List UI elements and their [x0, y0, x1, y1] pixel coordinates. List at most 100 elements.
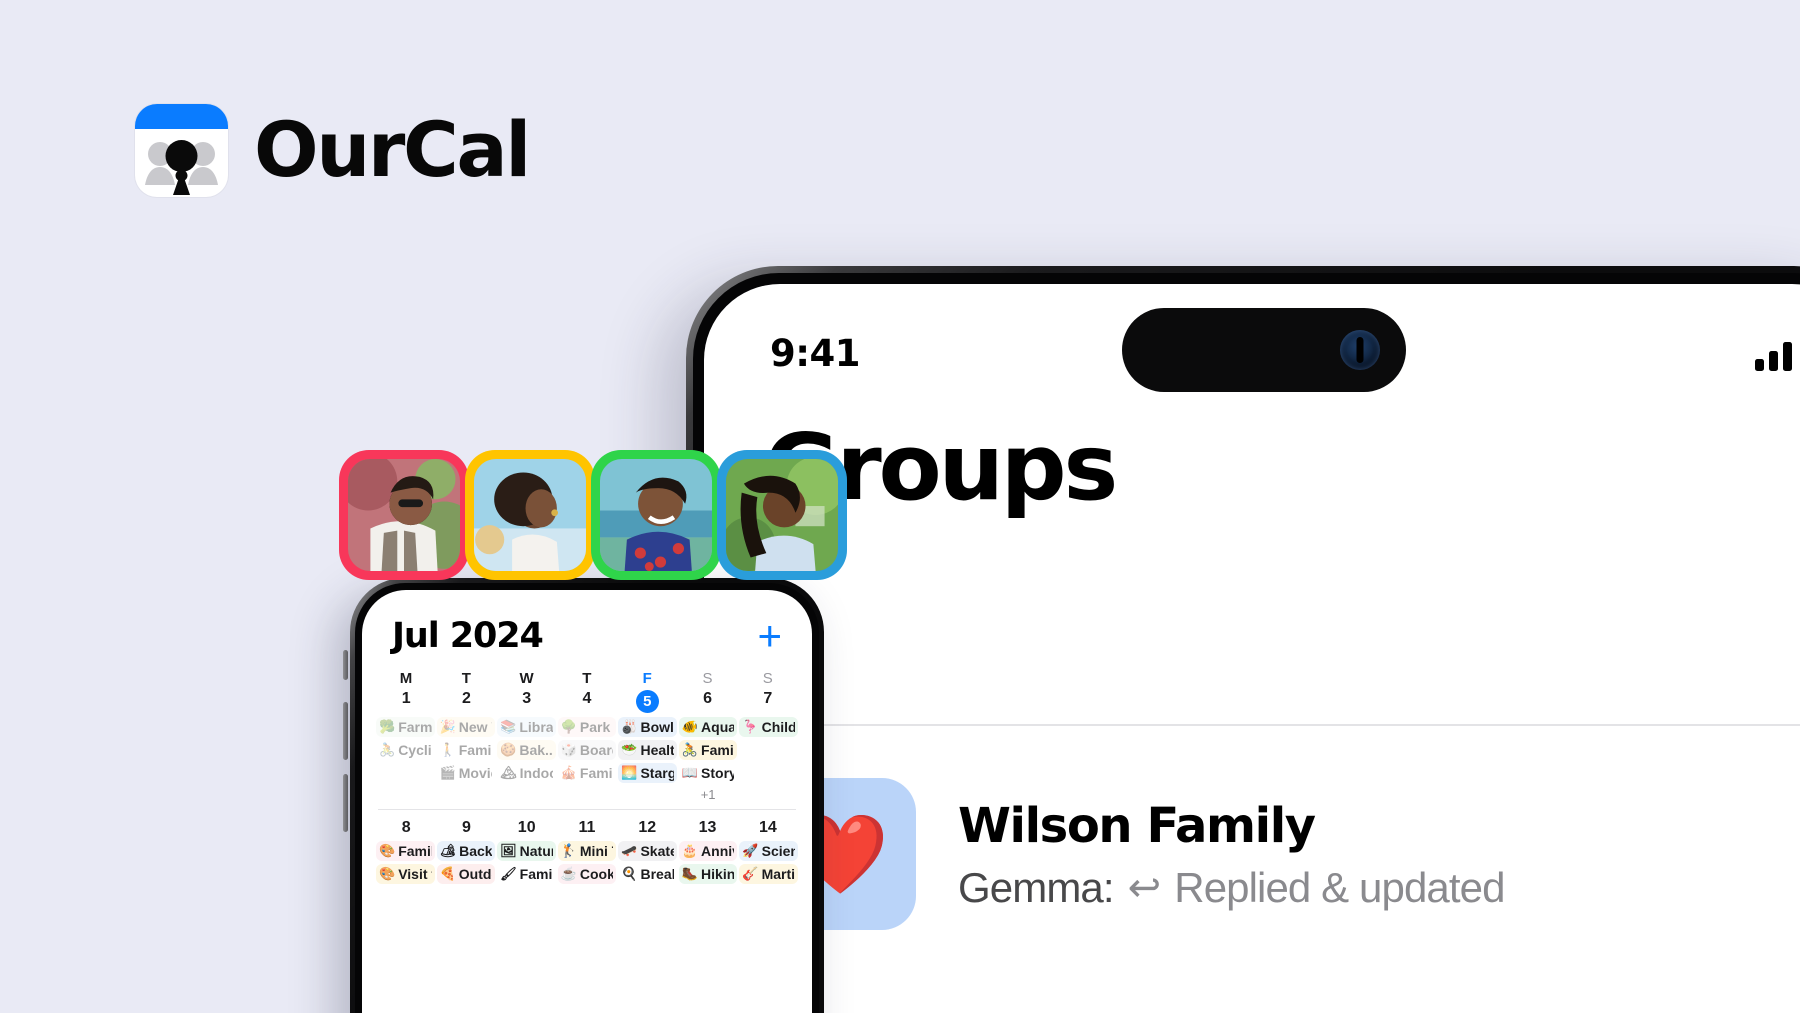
volume-down-button[interactable] [343, 774, 348, 832]
day-number-1[interactable]: 1 [376, 687, 436, 717]
day-column-1: 🥦Farmers Market 🚴Cycling [376, 717, 435, 760]
event-chip[interactable]: 🚴Cycling [376, 740, 435, 760]
day-column-5: 🎳Bowling 🥗Healthy 🌅Stargazing [618, 717, 677, 783]
event-chip[interactable]: 🌳Park Picnic [557, 717, 617, 737]
event-emoji-icon: 🎳 [621, 719, 638, 734]
week-divider [378, 809, 796, 810]
event-chip[interactable]: 🎉New Year [436, 717, 496, 737]
day-number-6[interactable]: 6 [677, 687, 737, 717]
group-subtitle: Gemma: ↩ Replied & updated [958, 864, 1505, 912]
event-emoji-icon: 🏌 [560, 843, 577, 858]
day-column-2: 🎉New Year 🚶Family Walk 🎬Movie Night [436, 717, 496, 783]
day-number-5[interactable]: 5 [617, 687, 677, 717]
event-chip[interactable]: 🎨Visit the [376, 864, 435, 884]
event-chip[interactable]: 🏕Backyard [436, 841, 496, 861]
event-chip[interactable]: 🍕Outdoor [436, 864, 496, 884]
calendar-screen: Jul 2024 + MTWTFSS 1234567 🥦Farmers Mark… [362, 590, 812, 1013]
more-events-label[interactable]: +1 [679, 786, 738, 802]
event-chip[interactable]: 🎲Board Games [557, 740, 617, 760]
silent-switch[interactable] [343, 650, 348, 680]
event-emoji-icon: 🏕 [439, 843, 457, 858]
event-chip[interactable]: ☕Cooking [557, 864, 617, 884]
day-number-row: 1234567 [376, 687, 798, 717]
event-title: Visit the [398, 866, 431, 882]
list-item[interactable]: ❤️ Wilson Family Gemma: ↩ Replied & upda… [704, 754, 1800, 954]
event-emoji-icon: 🎪 [560, 765, 577, 780]
event-chip[interactable]: 🌅Stargazing [618, 763, 677, 783]
event-chip[interactable]: 🍳Breakfast [618, 864, 677, 884]
event-chip[interactable]: 🚴Family Ride [678, 740, 738, 760]
day-number-3[interactable]: 3 [497, 687, 557, 717]
event-chip[interactable]: 🖼Nature [497, 841, 556, 861]
group-message: Replied & updated [1174, 864, 1505, 911]
event-chip[interactable]: 🥦Farmers Market [376, 717, 435, 737]
avatar-2[interactable] [465, 450, 595, 580]
event-chip[interactable]: 🏌Mini Tour [557, 841, 617, 861]
event-chip[interactable]: 🥾Hiking [678, 864, 738, 884]
day-number-8[interactable]: 8 [376, 816, 436, 841]
event-emoji-icon: ☕ [560, 866, 577, 881]
event-emoji-icon: 🎨 [379, 866, 396, 881]
day-number-9[interactable]: 9 [436, 816, 496, 841]
avatar-3[interactable] [591, 450, 721, 580]
event-emoji-icon: 🛹 [621, 843, 638, 858]
event-chip[interactable]: 🖌Family [497, 864, 556, 884]
event-chip[interactable]: 🎂Anniversary [678, 841, 738, 861]
event-chip[interactable]: 🎪Family [557, 763, 617, 783]
event-emoji-icon: 🚴 [379, 742, 396, 757]
day-number-13[interactable]: 13 [677, 816, 737, 841]
event-emoji-icon: 🌳 [560, 719, 577, 734]
event-chip[interactable]: 🦩Children [739, 717, 798, 737]
group-name: Wilson Family [958, 798, 1316, 854]
phone-bezel-inner: Jul 2024 + MTWTFSS 1234567 🥦Farmers Mark… [355, 583, 819, 1013]
event-emoji-icon: 🎉 [439, 719, 456, 734]
weekday-label-2: W [519, 670, 534, 687]
add-event-button[interactable]: + [757, 615, 782, 658]
event-title: Board Games [579, 742, 613, 758]
day-number-11[interactable]: 11 [557, 816, 617, 841]
phone-device-groups: 9:41 Groups ❤️ Wilson Family Gemma: ↩ Re… [686, 266, 1800, 1013]
weekday-label-1: T [461, 670, 472, 687]
day-number-14[interactable]: 14 [738, 816, 798, 841]
event-title: Bak... [519, 742, 553, 758]
event-chip[interactable]: 🎬Movie Night [436, 763, 496, 783]
event-chip[interactable]: 📖Story Time [678, 763, 738, 783]
calendar-month-label: Jul 2024 [392, 616, 544, 656]
event-emoji-icon: 🥾 [681, 866, 699, 881]
event-emoji-icon: 🐠 [681, 719, 699, 734]
event-title: Mini Tour [579, 843, 613, 859]
event-emoji-icon: 🥗 [621, 742, 638, 757]
event-emoji-icon: 🍕 [439, 866, 456, 881]
event-chip[interactable]: 🚶Family Walk [436, 740, 496, 760]
event-chip[interactable]: 🛹Skate [618, 841, 677, 861]
event-chip[interactable]: 🥗Healthy [618, 740, 677, 760]
event-chip[interactable]: 🐠Aquarium [678, 717, 738, 737]
event-title: Library Visit [519, 719, 553, 735]
divider [704, 724, 1800, 726]
day-number-2[interactable]: 2 [436, 687, 496, 717]
day-number-7[interactable]: 7 [738, 687, 798, 717]
avatar-photo [348, 459, 460, 571]
event-emoji-icon: 🏔 [500, 765, 517, 780]
volume-up-button[interactable] [343, 702, 348, 760]
day-number-12[interactable]: 12 [617, 816, 677, 841]
event-title: Bowling [640, 719, 674, 735]
event-title: Hiking [701, 866, 735, 882]
event-title: Breakfast [640, 866, 673, 882]
event-chip[interactable]: 🎸Martial [739, 864, 798, 884]
event-chip[interactable]: 🎳Bowling [618, 717, 677, 737]
event-emoji-icon: 🎬 [439, 765, 456, 780]
brand-name: OurCal [254, 105, 531, 195]
brand-lockup: OurCal [135, 104, 531, 197]
avatar-1[interactable] [339, 450, 469, 580]
event-chip[interactable]: 🎨Family Art [376, 841, 435, 861]
day-column-6: 🐠Aquarium 🚴Family Ride 📖Story Time +1 [678, 717, 738, 802]
event-chip[interactable]: 🍪Bak... [497, 740, 556, 760]
event-chip[interactable]: 🚀Science [739, 841, 798, 861]
event-chip[interactable]: 📚Library Visit [497, 717, 556, 737]
event-chip[interactable]: 🏔Indoor [497, 763, 556, 783]
day-number-10[interactable]: 10 [497, 816, 557, 841]
day-number-4[interactable]: 4 [557, 687, 617, 717]
avatar-4[interactable] [717, 450, 847, 580]
reply-arrow-icon: ↩ [1127, 866, 1162, 910]
